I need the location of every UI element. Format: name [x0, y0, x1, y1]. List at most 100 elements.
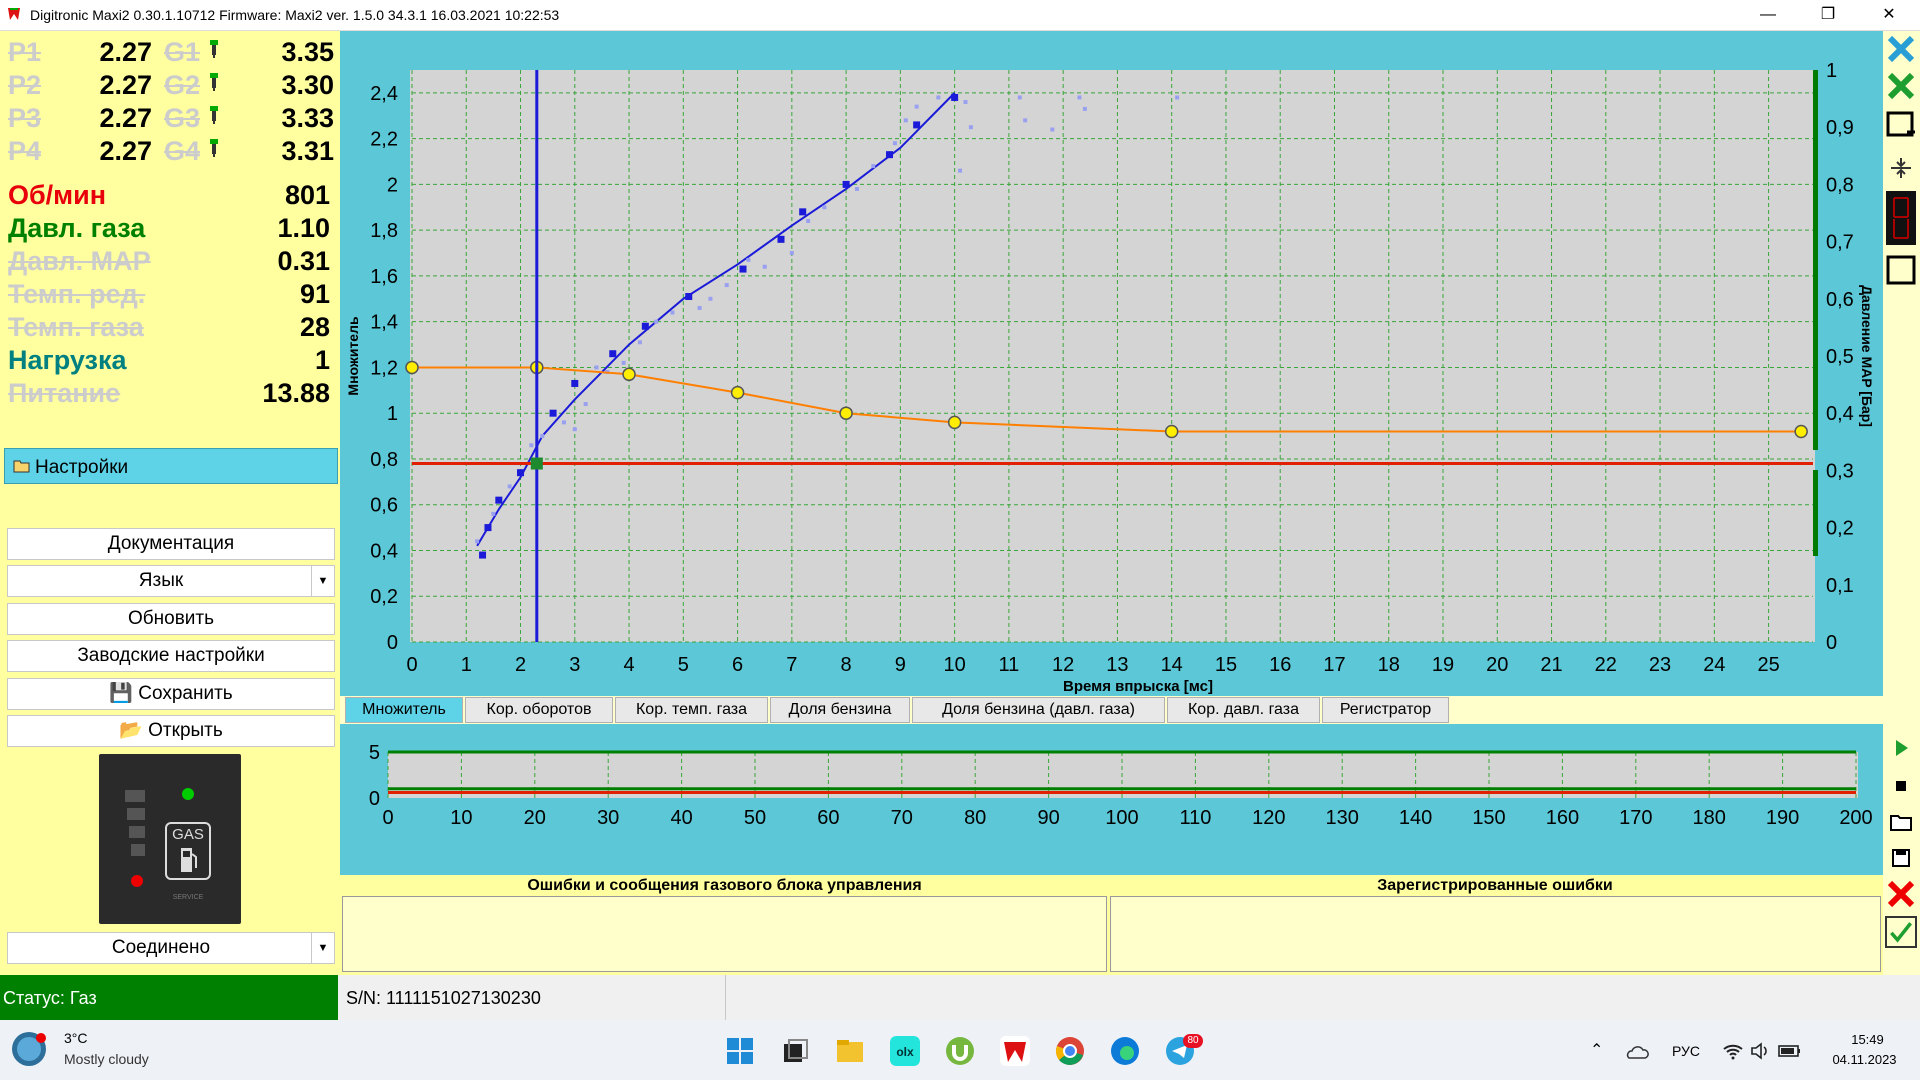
update-button[interactable]: Обновить — [7, 603, 335, 635]
settings-header[interactable]: Настройки — [4, 448, 338, 484]
scatter-point — [903, 118, 908, 123]
data-point — [739, 265, 747, 273]
chrome-icon[interactable] — [1055, 1036, 1085, 1066]
tab-multiplier[interactable]: Множитель — [345, 697, 463, 723]
factory-settings-button[interactable]: Заводские настройки — [7, 640, 335, 672]
stop-icon[interactable] — [1885, 770, 1917, 802]
y-tick-label: 2,4 — [370, 83, 398, 105]
speaker-icon[interactable] — [1750, 1042, 1772, 1060]
tab-gas-temp-correction[interactable]: Кор. темп. газа — [615, 697, 768, 723]
x-tick-label: 0 — [406, 654, 417, 676]
window-mode-icon[interactable] — [1885, 108, 1917, 140]
map-range-bar — [1813, 70, 1818, 450]
close-blue-icon[interactable] — [1885, 33, 1917, 65]
compress-icon[interactable] — [1885, 152, 1917, 184]
utorrent-icon[interactable] — [945, 1036, 975, 1066]
gas-pressure-value: 1.10 — [277, 213, 330, 243]
play-icon[interactable] — [1885, 732, 1917, 764]
strip-x-tick-label: 130 — [1326, 807, 1359, 829]
strip-x-tick-label: 70 — [891, 807, 913, 829]
tray-chevron-up-icon[interactable]: ⌃ — [1590, 1040, 1603, 1060]
task-view-icon[interactable] — [780, 1036, 810, 1066]
x-tick-label: 24 — [1703, 654, 1725, 676]
y-axis-label: Множитель — [345, 316, 361, 396]
strip-x-tick-label: 80 — [964, 807, 986, 829]
ecu-errors-list[interactable] — [342, 896, 1107, 972]
x-tick-label: 20 — [1486, 654, 1508, 676]
cancel-red-icon[interactable] — [1885, 878, 1917, 910]
wifi-icon[interactable] — [1722, 1042, 1744, 1060]
injector-icon — [210, 106, 218, 124]
y-tick-label: 1,4 — [370, 312, 398, 334]
documentation-button[interactable]: Документация — [7, 528, 335, 560]
scatter-point — [854, 186, 859, 191]
connection-select[interactable]: Соединено ▼ — [7, 932, 335, 964]
confirm-check-icon[interactable] — [1885, 916, 1917, 948]
scatter-point — [594, 365, 599, 370]
language-select[interactable]: Язык ▼ — [7, 565, 335, 597]
strip-x-tick-label: 10 — [450, 807, 472, 829]
x-tick-label: 8 — [841, 654, 852, 676]
edge-icon[interactable] — [1110, 1036, 1140, 1066]
x-tick-label: 15 — [1215, 654, 1237, 676]
title-bar: Digitronic Maxi2 0.30.1.10712 Firmware: … — [0, 0, 1920, 31]
scatter-point — [540, 434, 545, 439]
open-button[interactable]: 📂 Открыть — [7, 715, 335, 747]
curve-marker — [947, 415, 962, 430]
onedrive-icon[interactable] — [1625, 1044, 1649, 1060]
gas-button[interactable]: GAS — [165, 822, 211, 880]
weather-globe-icon[interactable] — [10, 1030, 48, 1068]
save-button[interactable]: 💾 Сохранить — [7, 678, 335, 710]
digitronic-app-icon[interactable] — [1000, 1036, 1030, 1066]
x-tick-label: 14 — [1161, 654, 1183, 676]
multiplier-plot-area[interactable] — [410, 70, 1815, 642]
register-plot-area[interactable] — [388, 752, 1858, 798]
gas-temp-value: 28 — [299, 312, 330, 342]
close-button[interactable]: ✕ — [1866, 0, 1912, 30]
y-axis-ticks: 0 0,2 0,4 0,6 0,8 1 1,2 1,4 1,6 1,8 2 2,2 2,4 — [370, 83, 398, 654]
data-point — [484, 524, 492, 532]
folder-open-icon[interactable] — [1885, 806, 1917, 838]
input-language[interactable]: РУС — [1672, 1043, 1700, 1059]
tab-rpm-correction[interactable]: Кор. оборотов — [465, 697, 613, 723]
y-tick-label: 1 — [387, 403, 398, 425]
y-tick-label: 0,4 — [370, 540, 398, 562]
scatter-point — [958, 168, 963, 173]
seven-segment-icon[interactable] — [1885, 190, 1917, 246]
file-explorer-icon[interactable] — [835, 1036, 865, 1066]
windows-start-icon[interactable] — [725, 1036, 755, 1066]
y2-tick-label: 0,2 — [1826, 518, 1854, 540]
curve-marker — [530, 360, 544, 375]
restore-button[interactable]: ❐ — [1805, 0, 1851, 30]
y-tick-label: 1,2 — [370, 357, 398, 379]
weather-desc[interactable]: Mostly cloudy — [64, 1051, 149, 1067]
clock-time[interactable]: 15:49 — [1830, 1032, 1905, 1047]
window-title: Digitronic Maxi2 0.30.1.10712 Firmware: … — [30, 7, 560, 23]
data-point — [799, 208, 807, 216]
folder-open-icon: 📂 — [119, 720, 143, 741]
data-point — [609, 350, 617, 358]
registered-errors-list[interactable] — [1110, 896, 1881, 972]
scatter-point — [762, 264, 767, 269]
y2-tick-label: 0,1 — [1826, 575, 1854, 597]
minimize-button[interactable]: — — [1745, 0, 1791, 30]
g3-label: G3 — [164, 103, 201, 133]
weather-temp[interactable]: 3°C — [64, 1030, 88, 1046]
floppy-icon[interactable] — [1885, 842, 1917, 874]
olx-icon[interactable]: olx — [890, 1036, 920, 1066]
y-tick-label: 2 — [387, 174, 398, 196]
chevron-down-icon[interactable]: ▼ — [311, 566, 334, 596]
close-green-icon[interactable] — [1885, 70, 1917, 102]
tab-petrol-share[interactable]: Доля бензина — [770, 697, 910, 723]
clock-date[interactable]: 04.11.2023 — [1822, 1052, 1907, 1067]
curve-marker — [1794, 424, 1808, 439]
serial-box: S/N: 1111151027130230 — [340, 975, 726, 1020]
tab-petrol-share-pressure[interactable]: Доля бензина (давл. газа) — [912, 697, 1165, 723]
folder-open-icon — [13, 460, 30, 473]
chevron-down-icon[interactable]: ▼ — [311, 933, 334, 963]
battery-icon[interactable] — [1778, 1043, 1802, 1059]
tab-recorder[interactable]: Регистратор — [1322, 697, 1449, 723]
scatter-point — [822, 205, 827, 210]
square-icon[interactable] — [1885, 254, 1917, 286]
tab-gas-pressure-correction[interactable]: Кор. давл. газа — [1167, 697, 1320, 723]
